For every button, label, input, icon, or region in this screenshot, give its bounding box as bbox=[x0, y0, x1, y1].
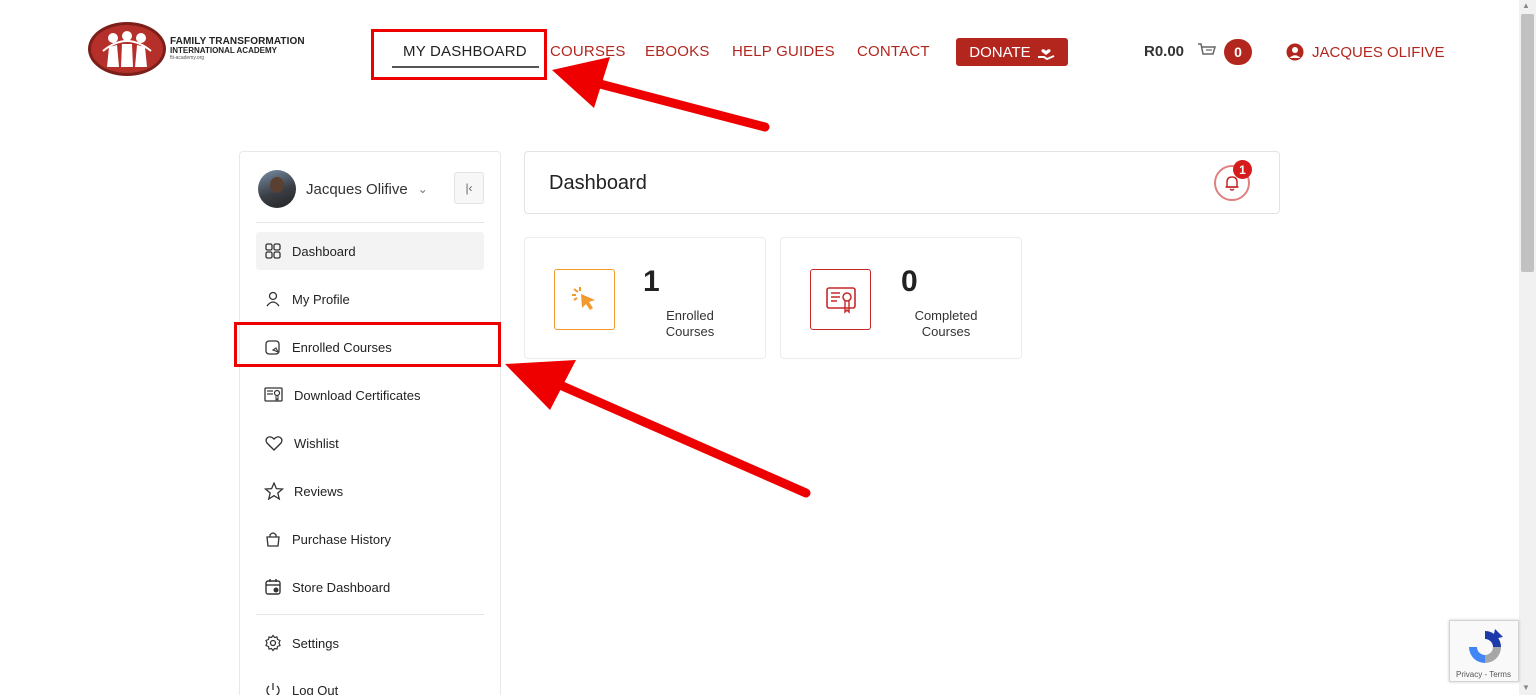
power-icon bbox=[266, 683, 280, 695]
stat-label: Enrolled Courses bbox=[645, 308, 735, 341]
sidebar-item-label: Dashboard bbox=[292, 243, 356, 259]
avatar bbox=[258, 170, 296, 208]
family-logo-icon bbox=[88, 22, 166, 76]
stat-label-line2: Courses bbox=[665, 324, 715, 340]
arrow-to-my-dashboard bbox=[552, 57, 770, 132]
profile-name: Jacques Olifive bbox=[306, 180, 408, 198]
certificate-icon bbox=[264, 387, 283, 402]
sidebar-divider bbox=[256, 614, 484, 615]
scroll-down-arrow-icon[interactable]: ▼ bbox=[1522, 683, 1530, 692]
heart-icon bbox=[265, 436, 283, 451]
donate-button[interactable]: DONATE bbox=[956, 38, 1068, 66]
stat-value: 0 bbox=[901, 265, 918, 298]
cart-count-badge: 0 bbox=[1224, 39, 1252, 65]
logo-url: fti-academy.org bbox=[170, 54, 205, 61]
sidebar-item-label: Purchase History bbox=[292, 531, 391, 547]
recaptcha-logo-icon bbox=[1469, 629, 1503, 663]
sidebar-item-log-out[interactable]: Log Out bbox=[256, 671, 484, 695]
sidebar-item-dashboard[interactable]: Dashboard bbox=[256, 232, 484, 270]
scroll-up-arrow-icon[interactable]: ▲ bbox=[1522, 1, 1530, 10]
sidebar-item-label: My Profile bbox=[292, 291, 350, 307]
profile-menu[interactable]: Jacques Olifive ⌄ bbox=[258, 170, 428, 208]
scrollbar-thumb[interactable] bbox=[1521, 14, 1534, 272]
dashboard-header: Dashboard 1 bbox=[524, 151, 1280, 214]
stat-label: Completed Courses bbox=[901, 308, 991, 341]
annotation-arrows bbox=[505, 57, 811, 498]
calendar-icon bbox=[265, 579, 281, 595]
sidebar-item-settings[interactable]: Settings bbox=[256, 624, 484, 662]
chevron-down-icon: ⌄ bbox=[417, 182, 428, 196]
sidebar-divider bbox=[256, 222, 484, 223]
highlight-box-my-dashboard bbox=[371, 29, 547, 80]
highlight-box-enrolled-courses bbox=[234, 322, 501, 367]
sidebar-item-label: Download Certificates bbox=[294, 387, 421, 403]
sidebar-item-download-certificates[interactable]: Download Certificates bbox=[256, 376, 484, 414]
recaptcha-privacy-terms[interactable]: Privacy - Terms bbox=[1456, 670, 1511, 679]
nav-contact[interactable]: CONTACT bbox=[857, 43, 930, 60]
user-name: JACQUES OLIFIVE bbox=[1312, 43, 1445, 61]
site-logo[interactable]: FAMILY TRANSFORMATION INTERNATIONAL ACAD… bbox=[88, 22, 305, 76]
sidebar-item-reviews[interactable]: Reviews bbox=[256, 472, 484, 510]
star-icon bbox=[264, 482, 284, 500]
stat-card-enrolled[interactable]: 1 Enrolled Courses bbox=[524, 237, 766, 359]
stat-label-line1: Enrolled bbox=[666, 308, 714, 323]
cart-total: R0.00 bbox=[1144, 43, 1185, 60]
arrow-to-enrolled-courses bbox=[505, 360, 811, 498]
sidebar-item-my-profile[interactable]: My Profile bbox=[256, 280, 484, 318]
nav-courses[interactable]: COURSES bbox=[550, 43, 626, 60]
sidebar-item-label: Log Out bbox=[292, 682, 339, 695]
cursor-click-icon bbox=[554, 269, 615, 330]
user-circle-icon bbox=[1286, 43, 1304, 61]
stat-label-line1: Completed bbox=[914, 308, 978, 323]
sidebar-item-wishlist[interactable]: Wishlist bbox=[256, 424, 484, 462]
donate-label: DONATE bbox=[969, 43, 1031, 61]
sidebar-item-label: Wishlist bbox=[294, 435, 339, 451]
stat-value: 1 bbox=[643, 265, 660, 298]
dashboard-sidebar: Jacques Olifive ⌄ |‹ Dashboard My Profil… bbox=[239, 151, 501, 695]
grid-icon bbox=[265, 243, 281, 259]
sidebar-item-purchase-history[interactable]: Purchase History bbox=[256, 520, 484, 558]
stat-label-line2: Courses bbox=[921, 324, 971, 340]
stat-card-completed[interactable]: 0 Completed Courses bbox=[780, 237, 1022, 359]
hand-heart-icon bbox=[1037, 49, 1055, 60]
collapse-sidebar-button[interactable]: |‹ bbox=[454, 172, 484, 204]
sidebar-item-label: Store Dashboard bbox=[292, 579, 391, 595]
user-icon bbox=[266, 291, 280, 307]
nav-help-guides[interactable]: HELP GUIDES bbox=[732, 43, 835, 60]
sidebar-item-store-dashboard[interactable]: Store Dashboard bbox=[256, 568, 484, 606]
sidebar-item-label: Reviews bbox=[294, 483, 344, 499]
nav-ebooks[interactable]: EBOOKS bbox=[645, 43, 710, 60]
bag-icon bbox=[266, 532, 280, 547]
notification-count-badge: 1 bbox=[1233, 160, 1252, 179]
user-account-link[interactable]: JACQUES OLIFIVE bbox=[1286, 43, 1445, 61]
gear-icon bbox=[265, 634, 281, 652]
cart-icon[interactable] bbox=[1197, 42, 1217, 60]
certificate-icon bbox=[810, 269, 871, 330]
page-title: Dashboard bbox=[549, 172, 647, 194]
sidebar-item-label: Settings bbox=[292, 635, 339, 651]
recaptcha-badge[interactable]: Privacy - Terms bbox=[1449, 620, 1519, 682]
